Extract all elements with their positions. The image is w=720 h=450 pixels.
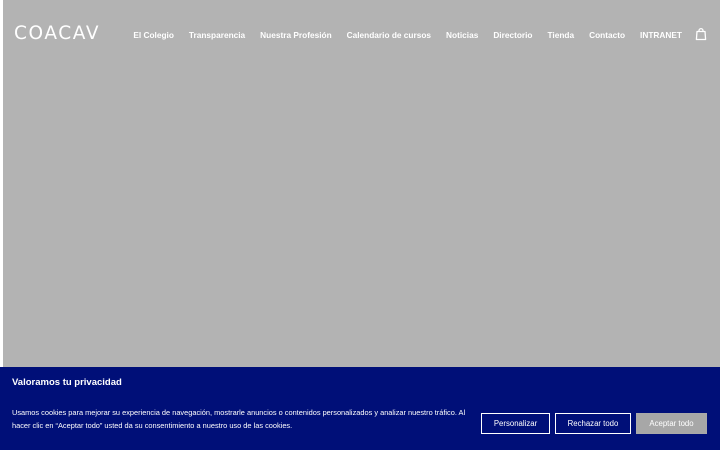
- nav-item-transparencia[interactable]: Transparencia: [189, 29, 245, 41]
- nav-item-calendario-de-cursos[interactable]: Calendario de cursos: [347, 29, 431, 41]
- cookie-consent-banner: Valoramos tu privacidad Usamos cookies p…: [0, 367, 720, 450]
- cookie-banner-title: Valoramos tu privacidad: [12, 377, 122, 388]
- shopping-bag-icon[interactable]: [694, 27, 708, 41]
- nav-item-tienda[interactable]: Tienda: [548, 29, 575, 41]
- cookie-banner-text: Usamos cookies para mejorar su experienc…: [12, 408, 466, 430]
- nav-item-directorio[interactable]: Directorio: [493, 29, 532, 41]
- nav-item-intranet[interactable]: INTRANET: [640, 29, 682, 41]
- reject-all-button[interactable]: Rechazar todo: [555, 413, 631, 434]
- main-nav: El Colegio Transparencia Nuestra Profesi…: [133, 28, 682, 42]
- site-logo[interactable]: COACAV: [14, 22, 100, 46]
- accept-all-button[interactable]: Aceptar todo: [636, 413, 707, 434]
- customize-cookies-button[interactable]: Personalizar: [481, 413, 550, 434]
- nav-item-noticias[interactable]: Noticias: [446, 29, 478, 41]
- site-header: COACAV El Colegio Transparencia Nuestra …: [0, 0, 720, 68]
- nav-item-contacto[interactable]: Contacto: [589, 29, 625, 41]
- page: COACAV El Colegio Transparencia Nuestra …: [0, 0, 720, 450]
- nav-item-nuestra-profesion[interactable]: Nuestra Profesión: [260, 29, 331, 41]
- nav-item-el-colegio[interactable]: El Colegio: [133, 29, 174, 41]
